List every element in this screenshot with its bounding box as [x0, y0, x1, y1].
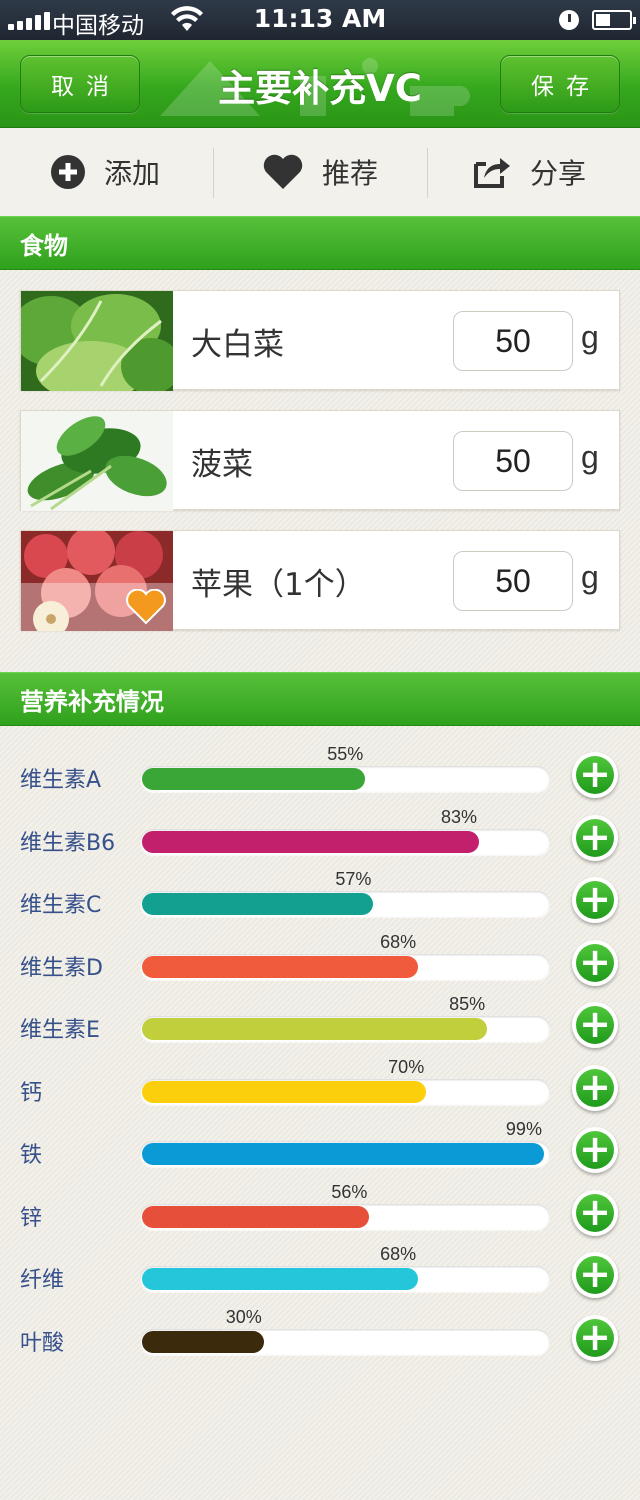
save-button[interactable]: 保存 — [500, 55, 620, 113]
add-nutrient-button[interactable] — [572, 939, 618, 986]
add-nutrient-button[interactable] — [572, 1189, 618, 1236]
nutrient-row: 维生素A 55% — [0, 740, 640, 802]
nutrient-percent-label: 85% — [449, 994, 486, 1014]
nutrient-name: 维生素B6 — [20, 830, 116, 856]
nutrient-name: 钙 — [20, 1080, 43, 1106]
nav-bar: 取消 主要补充VC 保存 — [0, 40, 640, 128]
nutrient-percent-label: 57% — [335, 869, 372, 889]
nutrient-row: 维生素E 85% — [0, 990, 640, 1052]
nutrient-row: 钙 70% — [0, 1053, 640, 1115]
nutrient-progress-fill — [142, 955, 419, 978]
plus-circle-icon — [51, 155, 85, 189]
add-nutrient-button[interactable] — [572, 752, 618, 798]
recommend-label: 推荐 — [322, 157, 379, 190]
nutrient-progress-fill — [142, 1268, 419, 1290]
add-nutrient-button[interactable] — [572, 1064, 618, 1111]
food-name: 苹果（1个） — [191, 566, 366, 603]
nutrient-progress-bar — [140, 1078, 550, 1105]
nutrient-row: 维生素B6 83% — [0, 803, 640, 865]
nutrient-row: 锌 56% — [0, 1178, 640, 1240]
nutrient-percent-label: 55% — [327, 744, 364, 764]
food-name: 菠菜 — [191, 446, 253, 483]
toolbar-divider — [213, 148, 214, 198]
nutrition-section-header: 营养补充情况 — [0, 672, 640, 726]
toolbar-divider — [427, 148, 428, 198]
nutrient-percent-label: 83% — [440, 806, 477, 827]
nutrient-row: 铁 99% — [0, 1115, 640, 1177]
nutrient-progress-bar — [140, 1328, 550, 1355]
nutrient-progress-fill — [142, 1080, 427, 1103]
nutrient-name: 纤维 — [20, 1268, 65, 1293]
foods-section-title: 食物 — [20, 231, 68, 260]
nutrient-progress-bar — [140, 1203, 550, 1230]
nutrient-name: 维生素D — [20, 955, 103, 981]
food-name: 大白菜 — [191, 326, 284, 363]
add-label: 添加 — [104, 157, 161, 190]
nutrient-name: 铁 — [20, 1143, 43, 1168]
nutrient-percent-label: 70% — [388, 1056, 425, 1077]
nutrient-progress-bar — [140, 891, 550, 917]
add-nutrient-button[interactable] — [572, 1252, 618, 1298]
food-item[interactable]: 菠菜 50 g — [20, 410, 620, 511]
spinach-photo — [21, 411, 173, 511]
share-label: 分享 — [530, 157, 587, 190]
food-item[interactable]: 大白菜 50 g — [20, 290, 620, 391]
quantity-input[interactable]: 50 — [453, 551, 573, 611]
status-bar: 中国移动 11:13 AM — [0, 0, 640, 40]
add-nutrient-button[interactable] — [572, 1002, 618, 1048]
nutrient-progress-bar — [140, 1266, 550, 1292]
nutrient-progress-fill — [142, 893, 374, 915]
nutrient-progress-bar — [140, 953, 550, 980]
nutrient-name: 叶酸 — [20, 1330, 65, 1356]
page-title: 主要补充VC — [218, 67, 422, 110]
nutrient-progress-fill — [142, 768, 366, 790]
battery-icon — [592, 10, 636, 30]
add-nutrient-button[interactable] — [572, 877, 618, 923]
nutrient-progress-bar — [140, 1016, 550, 1042]
recommend-button[interactable]: 推荐 — [262, 128, 378, 216]
quantity-unit: g — [581, 559, 599, 595]
nutrient-name: 锌 — [20, 1205, 43, 1231]
add-nutrient-button[interactable] — [572, 1127, 618, 1173]
quantity-unit: g — [581, 439, 599, 475]
quantity-unit: g — [581, 319, 599, 355]
nutrient-percent-label: 68% — [380, 1244, 417, 1264]
nutrient-row: 叶酸 30% — [0, 1303, 640, 1365]
favorite-heart-icon[interactable] — [125, 589, 167, 625]
quantity-input[interactable]: 50 — [453, 311, 573, 371]
nutrient-progress-fill — [142, 1205, 370, 1228]
nutrient-percent-label: 30% — [225, 1306, 262, 1327]
nutrient-row: 纤维 68% — [0, 1240, 640, 1302]
nutrient-row: 维生素C 57% — [0, 865, 640, 927]
nutrient-progress-fill — [142, 1330, 264, 1353]
add-button[interactable]: 添加 — [50, 128, 160, 216]
alarm-clock-icon — [559, 10, 579, 30]
add-nutrient-button[interactable] — [572, 814, 618, 861]
nutrient-progress-fill — [142, 1018, 488, 1040]
heart-icon — [263, 154, 303, 189]
nutrient-progress-fill — [142, 830, 479, 853]
add-nutrient-button[interactable] — [572, 1314, 618, 1361]
quantity-input[interactable]: 50 — [453, 431, 573, 491]
share-icon — [474, 158, 510, 188]
nutrient-name: 维生素C — [20, 893, 102, 918]
nutrition-section-title: 营养补充情况 — [20, 687, 164, 716]
nutrient-name: 维生素E — [20, 1018, 100, 1043]
nutrient-progress-bar — [140, 828, 550, 855]
nutrient-percent-label: 99% — [505, 1119, 542, 1139]
nutrient-percent-label: 56% — [331, 1181, 368, 1202]
action-toolbar: 添加 推荐 分享 — [0, 128, 640, 216]
nutrient-progress-fill — [142, 1143, 544, 1165]
nutrient-progress-bar — [140, 766, 550, 792]
nutrient-name: 维生素A — [20, 768, 102, 793]
nutrient-progress-bar — [140, 1141, 550, 1167]
foods-section-header: 食物 — [0, 216, 640, 270]
cancel-button[interactable]: 取消 — [20, 55, 140, 113]
share-button[interactable]: 分享 — [472, 128, 586, 216]
nutrient-percent-label: 68% — [380, 931, 417, 952]
food-item[interactable]: 苹果（1个） 50 g — [20, 530, 620, 631]
cabbage-photo — [21, 291, 173, 391]
nutrient-row: 维生素D 68% — [0, 928, 640, 990]
status-time: 11:13 AM — [253, 4, 387, 33]
